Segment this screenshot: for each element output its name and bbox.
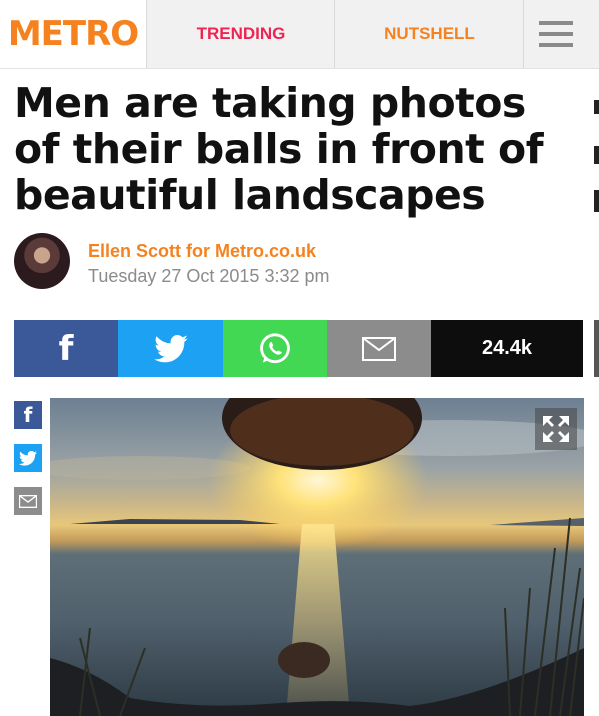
publish-date: Tuesday 27 Oct 2015 3:32 pm — [88, 266, 330, 286]
side-twitter-share-button[interactable] — [14, 444, 42, 472]
article-photo[interactable] — [50, 398, 584, 716]
whatsapp-icon — [260, 332, 290, 363]
nav-tab-nutshell[interactable]: NUTSHELL — [334, 0, 524, 68]
expand-image-button[interactable] — [535, 408, 577, 450]
facebook-icon: f — [23, 403, 33, 427]
share-count: 24.4k — [431, 320, 583, 377]
side-email-share-button[interactable] — [14, 487, 42, 515]
share-bar: f 24.4k — [14, 320, 583, 377]
twitter-icon — [153, 334, 188, 362]
expand-icon — [543, 416, 569, 442]
email-icon — [362, 336, 396, 361]
logo-text: METRO — [7, 14, 139, 54]
next-article-edge — [594, 146, 599, 164]
whatsapp-share-button[interactable] — [223, 320, 327, 377]
nav-tab-trending[interactable]: TRENDING — [146, 0, 335, 68]
sunset-landscape-image — [50, 398, 584, 716]
author-avatar[interactable] — [14, 233, 70, 289]
hamburger-menu-icon — [539, 21, 573, 47]
top-nav-bar: METRO TRENDING NUTSHELL — [0, 0, 599, 69]
article-headline: Men are taking photos of their balls in … — [14, 79, 544, 219]
author-name[interactable]: Ellen Scott for Metro.co.uk — [88, 241, 316, 262]
email-icon — [19, 494, 37, 508]
metro-logo[interactable]: METRO — [0, 0, 146, 68]
side-facebook-share-button[interactable]: f — [14, 401, 42, 429]
next-article-edge — [594, 100, 599, 114]
next-article-edge — [594, 320, 599, 377]
facebook-share-button[interactable]: f — [14, 320, 118, 377]
twitter-share-button[interactable] — [118, 320, 223, 377]
facebook-icon: f — [58, 328, 74, 369]
next-article-edge — [594, 190, 599, 212]
twitter-icon — [19, 450, 37, 466]
menu-button[interactable] — [523, 0, 599, 68]
email-share-button[interactable] — [327, 320, 431, 377]
